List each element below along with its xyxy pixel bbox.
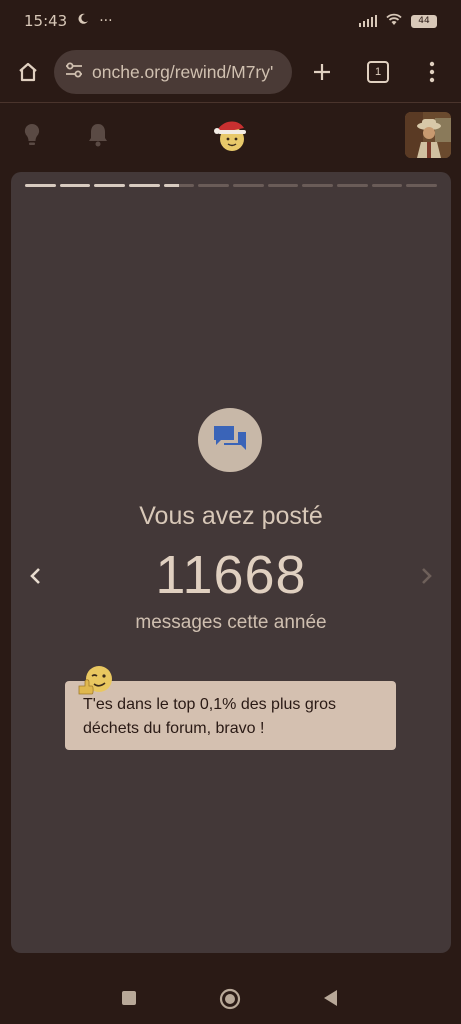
triangle-back-icon <box>324 990 337 1006</box>
status-bar: 15:43 ··· 44 <box>0 0 461 42</box>
home-button[interactable] <box>10 54 46 90</box>
previous-arrow[interactable] <box>23 564 47 588</box>
menu-button[interactable] <box>414 54 450 90</box>
recent-apps-button[interactable] <box>121 990 137 1010</box>
avatar[interactable] <box>405 112 451 158</box>
story-progress <box>25 184 438 187</box>
progress-segment <box>406 184 438 187</box>
message-icon-badge <box>198 408 262 472</box>
wifi-icon <box>385 12 403 30</box>
square-icon <box>122 991 136 1005</box>
progress-segment <box>337 184 368 187</box>
new-tab-button[interactable] <box>304 54 340 90</box>
chevron-right-icon <box>422 568 432 584</box>
santa-emoji-logo[interactable] <box>212 116 250 158</box>
progress-segment <box>371 184 403 187</box>
moon-icon <box>77 13 89 29</box>
tabs-button[interactable]: 1 <box>360 54 396 90</box>
status-right: 44 <box>358 12 437 30</box>
message-count: 11668 <box>155 545 307 605</box>
progress-segment <box>25 184 56 187</box>
progress-segment-fill <box>129 184 160 187</box>
chevron-left-icon <box>30 568 40 584</box>
progress-segment <box>59 184 91 187</box>
wink-thumbs-up-emoji-icon <box>77 664 113 696</box>
browser-toolbar: onche.org/rewind/M7ry' 1 <box>0 42 461 102</box>
progress-segment-fill <box>94 184 126 187</box>
plus-icon <box>314 64 330 80</box>
lightbulb-icon[interactable] <box>22 122 42 152</box>
status-time: 15:43 <box>24 12 68 30</box>
progress-segment <box>129 184 160 187</box>
story-title: Vous avez posté <box>139 502 323 530</box>
more-vert-icon <box>429 61 435 83</box>
circle-icon <box>219 988 241 1010</box>
battery-indicator: 44 <box>411 14 437 28</box>
back-button[interactable] <box>322 989 338 1011</box>
progress-segment <box>94 184 126 187</box>
home-nav-button[interactable] <box>219 988 241 1014</box>
progress-segment-fill <box>25 184 56 187</box>
home-icon <box>19 62 37 82</box>
progress-segment-fill <box>163 184 180 187</box>
story-subtitle: messages cette année <box>135 612 327 633</box>
more-dots: ··· <box>99 13 113 29</box>
next-arrow[interactable] <box>415 564 439 588</box>
progress-segment <box>163 184 195 187</box>
url-text: onche.org/rewind/M7ry' <box>92 61 274 82</box>
progress-segment <box>198 184 230 187</box>
signal-icon <box>358 15 377 27</box>
status-left: 15:43 ··· <box>24 12 113 30</box>
story-card[interactable]: Vous avez posté 11668 messages cette ann… <box>11 172 451 953</box>
progress-segment-fill <box>59 184 91 187</box>
toolbar-divider <box>0 102 461 103</box>
site-settings-icon[interactable] <box>64 61 84 83</box>
progress-segment <box>267 184 299 187</box>
site-header <box>0 108 461 164</box>
url-bar[interactable]: onche.org/rewind/M7ry' <box>54 50 292 94</box>
progress-segment <box>233 184 264 187</box>
tab-count: 1 <box>367 61 389 83</box>
progress-segment <box>302 184 334 187</box>
forum-icon <box>214 426 246 450</box>
comment-box: T'es dans le top 0,1% des plus gros déch… <box>65 681 396 750</box>
system-navigation-bar <box>0 964 461 1024</box>
bell-icon[interactable] <box>87 122 109 152</box>
